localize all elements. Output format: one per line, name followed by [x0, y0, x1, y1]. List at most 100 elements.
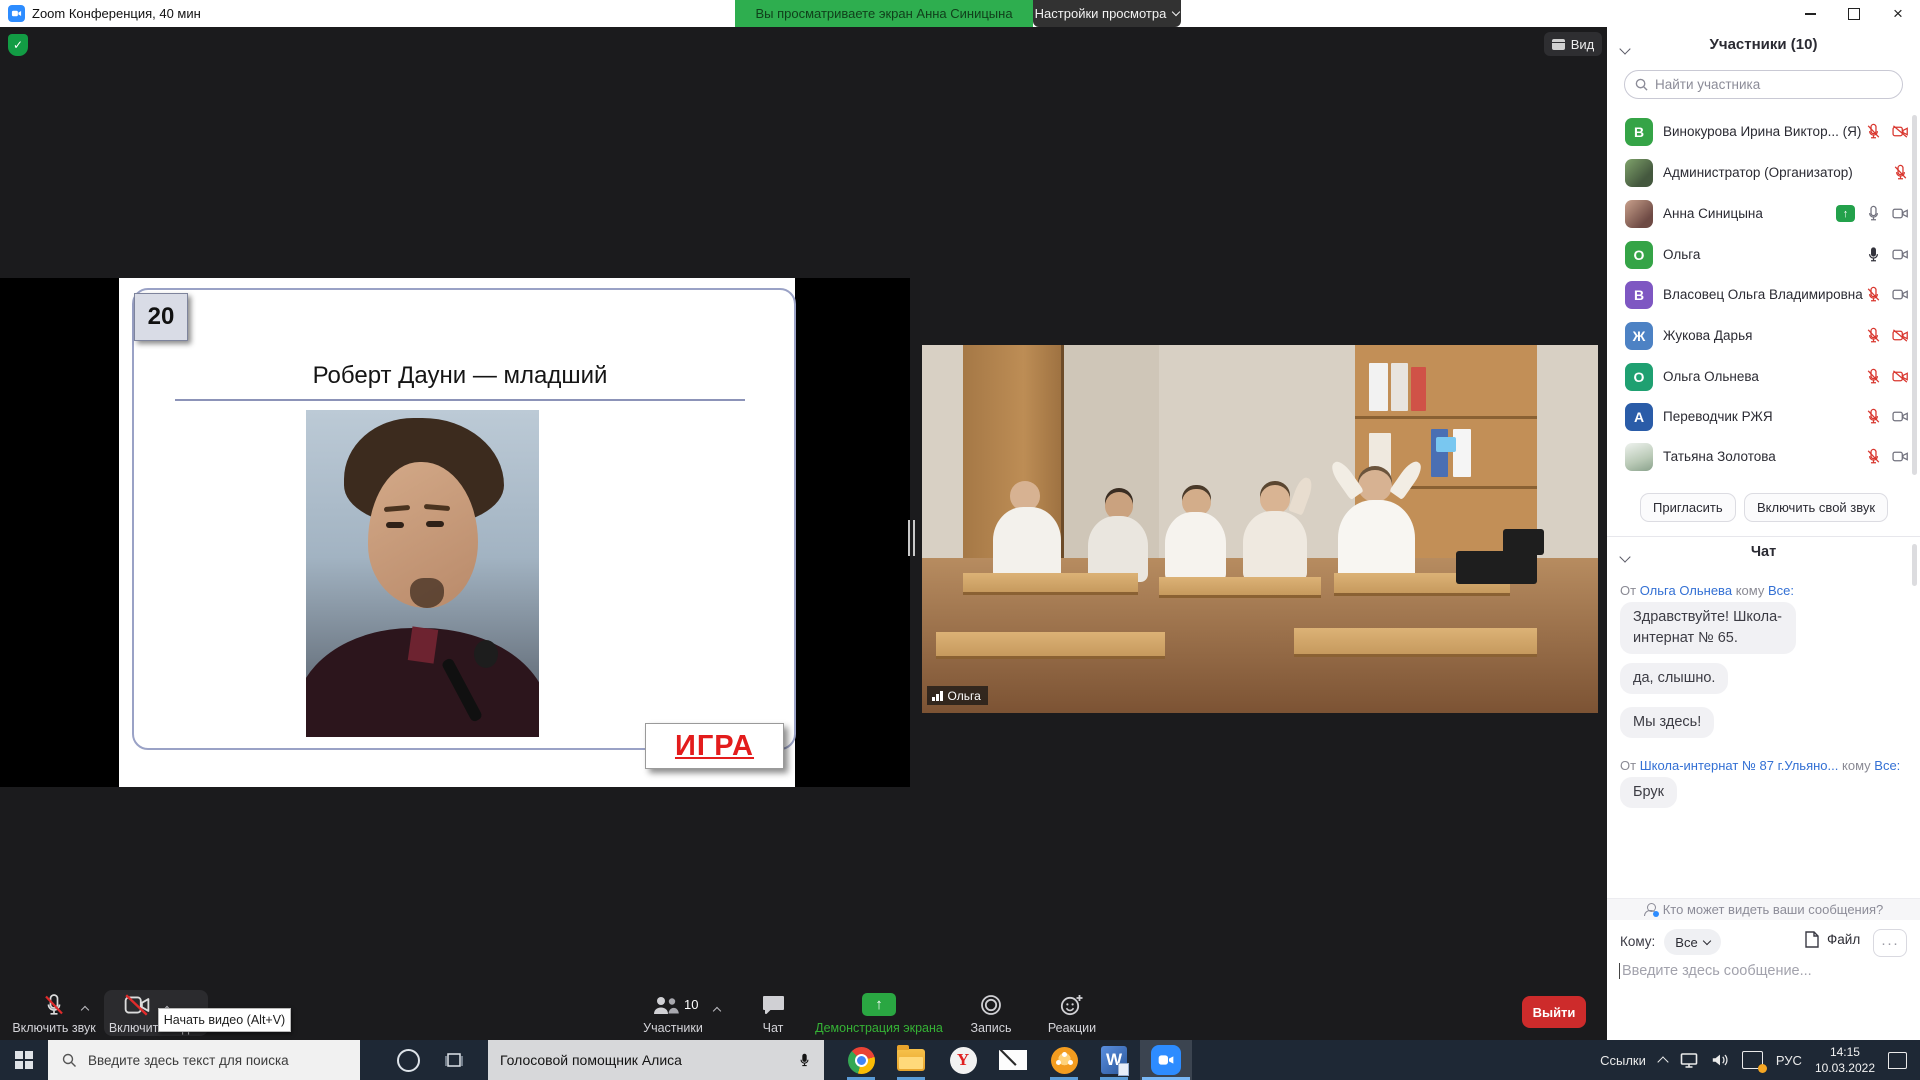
speaker-icon[interactable]: [1711, 1051, 1729, 1069]
share-screen-label[interactable]: Демонстрация экрана: [815, 1021, 943, 1035]
taskbar-explorer[interactable]: [895, 1044, 927, 1076]
mic-options-caret[interactable]: [81, 1006, 89, 1014]
participant-row[interactable]: Администратор (Организатор): [1607, 156, 1920, 190]
resize-handle[interactable]: [904, 518, 918, 558]
action-center-icon[interactable]: [1888, 1052, 1907, 1069]
chat-recipient-link[interactable]: Все:: [1874, 758, 1900, 773]
taskbar-mail[interactable]: [997, 1044, 1029, 1076]
camera-off-icon: [1892, 327, 1909, 344]
file-button[interactable]: Файл: [1805, 931, 1860, 948]
chat-recipient-link[interactable]: Все:: [1768, 583, 1794, 598]
taskbar-word[interactable]: W: [1098, 1044, 1130, 1076]
laptop-shape: [1456, 551, 1537, 584]
participant-search-input[interactable]: Найти участника: [1624, 70, 1903, 99]
language-indicator[interactable]: РУС: [1776, 1053, 1802, 1068]
mail-icon: [999, 1050, 1027, 1070]
participants-header: Участники (10): [1607, 36, 1920, 53]
screen-share-tray-icon[interactable]: [1742, 1051, 1763, 1069]
start-button[interactable]: [8, 1044, 40, 1076]
reactions-icon[interactable]: [1060, 994, 1084, 1021]
mic-icon: [1865, 205, 1882, 222]
avatar-photo: [1625, 159, 1653, 187]
record-icon[interactable]: [980, 994, 1002, 1021]
taskbar-chrome[interactable]: [845, 1044, 877, 1076]
minimize-button[interactable]: [1788, 0, 1832, 27]
unmute-button-icon[interactable]: [42, 993, 66, 1022]
mic-muted-icon: [1865, 368, 1882, 385]
chat-sender-link[interactable]: Ольга Ольнева: [1640, 583, 1732, 598]
links-toolbar-label[interactable]: Ссылки: [1600, 1053, 1646, 1068]
invite-button[interactable]: Пригласить: [1640, 493, 1736, 522]
cortana-icon: [397, 1049, 420, 1072]
chat-message-input[interactable]: Введите здесь сообщение...: [1619, 963, 1812, 979]
unmute-label[interactable]: Включить звук: [12, 1021, 95, 1035]
game-button[interactable]: ИГРА: [645, 723, 784, 769]
folder-icon: [897, 1049, 925, 1071]
shared-slide: 20 Роберт Дауни — младший ИГРА: [119, 278, 795, 787]
file-icon: [1805, 931, 1819, 948]
view-button[interactable]: Вид: [1544, 32, 1602, 56]
camera-shape: [1503, 529, 1544, 555]
restore-button[interactable]: [1832, 0, 1876, 27]
screen-sharing-badge: ↑: [1836, 205, 1855, 222]
participant-row[interactable]: О Ольга: [1607, 238, 1920, 272]
participant-row[interactable]: О Ольга Ольнева: [1607, 360, 1920, 394]
chat-sender-link[interactable]: Школа-интернат № 87 г.Ульяно...: [1640, 758, 1839, 773]
chat-button-label[interactable]: Чат: [763, 1021, 784, 1035]
network-icon[interactable]: [1680, 1051, 1698, 1069]
camera-icon: [1892, 205, 1909, 222]
mic-muted-icon: [1865, 286, 1882, 303]
video-name-label: Ольга: [927, 686, 988, 705]
participants-button-label[interactable]: Участники: [643, 1021, 703, 1035]
close-button[interactable]: ×: [1876, 0, 1920, 27]
avatar: В: [1625, 118, 1653, 146]
leave-button[interactable]: Выйти: [1522, 996, 1586, 1028]
windows-logo-icon: [15, 1051, 33, 1069]
slide-title-underline: [175, 399, 745, 401]
alice-assistant-bar[interactable]: Голосовой помощник Алиса: [488, 1040, 824, 1080]
participants-icon[interactable]: [652, 995, 680, 1020]
chat-bubble: Брук: [1620, 777, 1677, 808]
task-view-button[interactable]: [438, 1044, 470, 1076]
person-privacy-icon: [1644, 903, 1657, 916]
clock[interactable]: 14:15 10.03.2022: [1815, 1044, 1875, 1076]
participant-row[interactable]: Ж Жукова Дарья: [1607, 319, 1920, 353]
participant-row[interactable]: Анна Синицына ↑: [1607, 197, 1920, 231]
participant-video-tile[interactable]: Ольга: [922, 345, 1598, 713]
mic-muted-icon: [1865, 408, 1882, 425]
view-settings-dropdown[interactable]: Настройки просмотра: [1033, 0, 1181, 27]
more-options-button[interactable]: ···: [1873, 929, 1907, 957]
chrome-icon: [848, 1047, 875, 1074]
screen-share-banner: Вы просматриваете экран Анна Синицына: [735, 0, 1033, 27]
chat-privacy-note[interactable]: Кто может видеть ваши сообщения?: [1607, 898, 1920, 920]
participant-row[interactable]: Татьяна Золотова: [1607, 440, 1920, 474]
chat-icon[interactable]: [762, 995, 785, 1020]
search-icon: [1635, 78, 1648, 91]
tray-expand-chevron[interactable]: [1657, 1056, 1668, 1067]
reactions-button-label[interactable]: Реакции: [1048, 1021, 1096, 1035]
chat-bubble: Мы здесь!: [1620, 707, 1714, 738]
participant-row[interactable]: В Винокурова Ирина Виктор... (Я): [1607, 115, 1920, 149]
chat-scrollbar[interactable]: [1912, 544, 1917, 586]
participant-row[interactable]: А Переводчик РЖЯ: [1607, 400, 1920, 434]
share-screen-icon[interactable]: ↑: [862, 993, 896, 1016]
recipient-dropdown[interactable]: Все: [1664, 929, 1721, 955]
camera-icon: [1892, 448, 1909, 465]
participant-row[interactable]: В Власовец Ольга Владимировна: [1607, 278, 1920, 312]
to-label: Кому:: [1620, 934, 1655, 949]
security-shield-icon[interactable]: ✓: [8, 34, 28, 56]
unmute-self-button[interactable]: Включить свой звук: [1744, 493, 1888, 522]
taskbar-search-input[interactable]: Введите здесь текст для поиска: [48, 1040, 360, 1080]
celebrity-photo: [306, 410, 539, 737]
camera-off-icon[interactable]: [124, 994, 150, 1021]
mic-muted-icon: [1865, 123, 1882, 140]
cortana-button[interactable]: [392, 1044, 424, 1076]
taskbar-yandex[interactable]: Y: [947, 1044, 979, 1076]
mic-muted-icon: [1865, 448, 1882, 465]
record-button-label[interactable]: Запись: [970, 1021, 1011, 1035]
participants-caret[interactable]: [713, 1007, 721, 1015]
taskbar-zoom-active[interactable]: [1140, 1040, 1192, 1080]
taskbar-orange-app[interactable]: [1048, 1044, 1080, 1076]
participants-scrollbar[interactable]: [1912, 115, 1917, 475]
camera-icon: [1892, 408, 1909, 425]
